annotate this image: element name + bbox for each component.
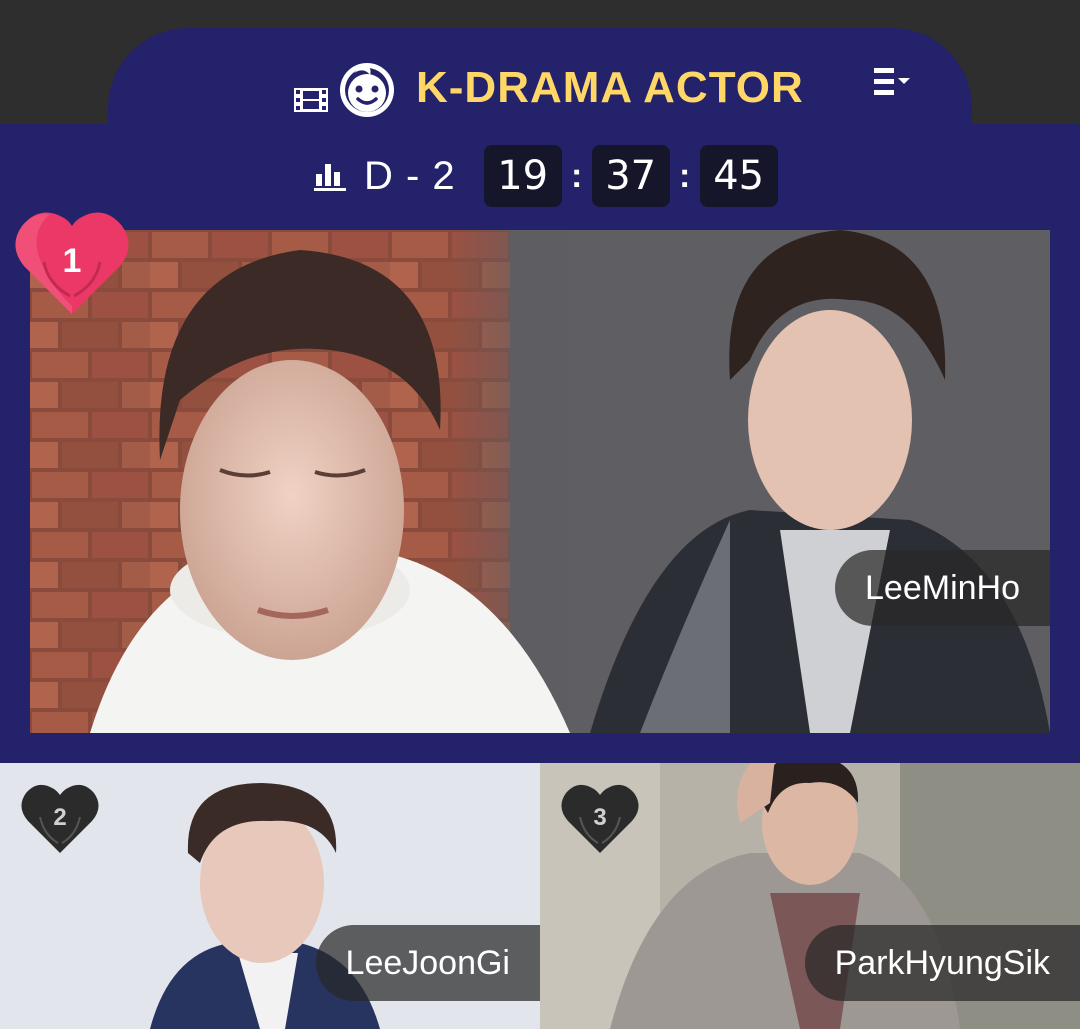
rank-badge-1: 1 <box>14 210 130 318</box>
app-brand[interactable]: K-DRAMA ACTOR <box>292 42 804 134</box>
heart-icon: 1 <box>15 212 129 314</box>
menu-button[interactable] <box>870 62 916 102</box>
timer-minutes: 37 <box>591 145 670 207</box>
baby-face-icon <box>340 63 394 117</box>
rank-number: 1 <box>63 242 82 280</box>
timer-seconds: 45 <box>699 145 778 207</box>
actor-name-label: LeeMinHo <box>835 550 1050 626</box>
actor-name-label: LeeJoonGi <box>315 925 540 1001</box>
countdown-timer: D - 2 19 : 37 : 45 <box>312 145 778 207</box>
actor-photo <box>30 230 1050 733</box>
app-title: K-DRAMA ACTOR <box>416 63 804 112</box>
rank-badge-3: 3 <box>560 783 640 855</box>
dday-label: D - 2 <box>364 153 456 198</box>
heart-icon: 2 <box>21 784 99 853</box>
rank-number: 2 <box>53 804 66 831</box>
menu-dropdown-icon <box>874 68 910 95</box>
film-icon <box>294 88 328 112</box>
actor-name-label: ParkHyungSik <box>804 925 1080 1001</box>
rank-number: 3 <box>593 804 606 831</box>
heart-icon: 3 <box>561 784 639 853</box>
timer-separator: : <box>571 156 583 195</box>
bar-chart-icon[interactable] <box>312 160 348 192</box>
timer-hours: 19 <box>483 145 562 207</box>
rank-badge-2: 2 <box>20 783 100 855</box>
timer-separator: : <box>679 156 691 195</box>
actor-card-rank-1[interactable]: LeeMinHo <box>30 230 1050 733</box>
